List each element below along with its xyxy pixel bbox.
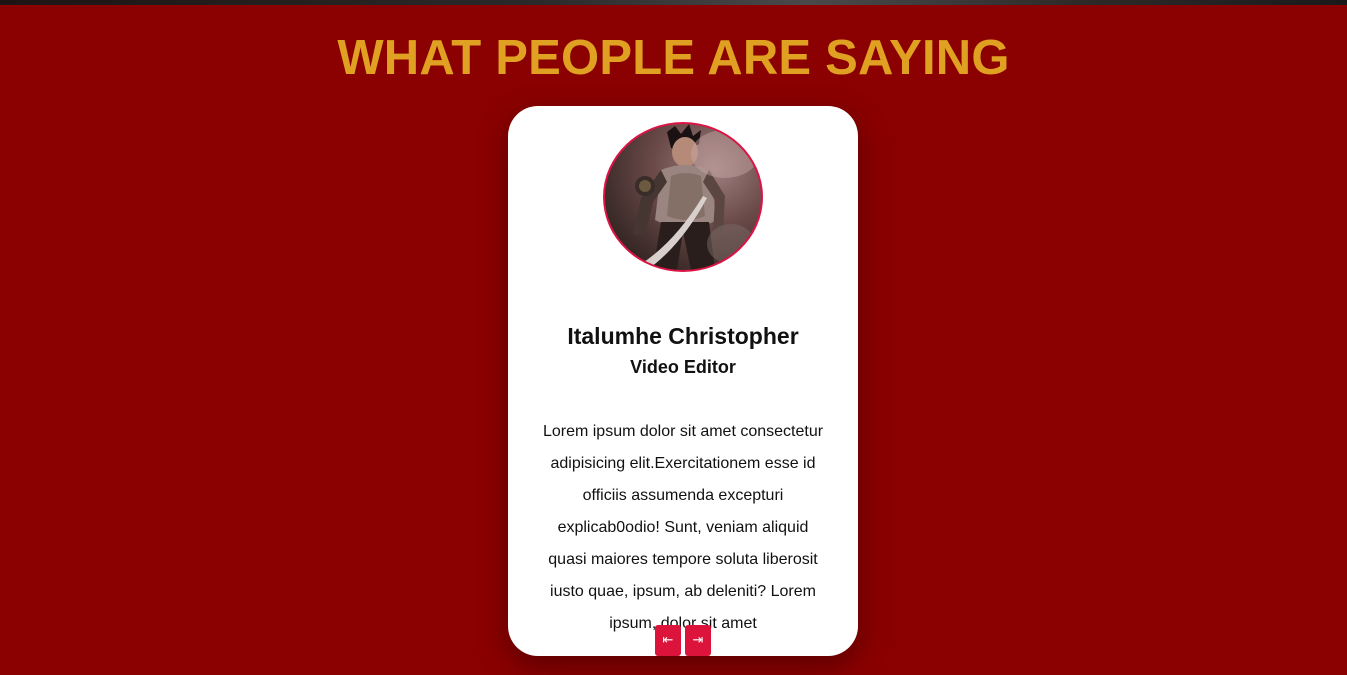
avatar	[603, 122, 763, 272]
reviewer-role: Video Editor	[630, 357, 736, 377]
previous-button[interactable]: ⇤	[655, 625, 681, 656]
carousel-navigation: ⇤ ⇥	[655, 625, 711, 656]
anime-character-avatar-icon	[633, 124, 759, 270]
arrow-right-to-bar-icon: ⇥	[692, 633, 704, 648]
arrow-left-to-bar-icon: ⇤	[662, 633, 674, 648]
testimonial-card: Italumhe Christopher Video Editor Lorem …	[508, 106, 858, 656]
next-button[interactable]: ⇥	[685, 625, 711, 656]
top-image-strip	[0, 0, 1347, 5]
testimonial-text: Lorem ipsum dolor sit amet consectetur a…	[542, 423, 824, 632]
reviewer-name: Italumhe Christopher	[567, 323, 799, 349]
section-title: WHAT PEOPLE ARE SAYING	[337, 31, 1010, 85]
